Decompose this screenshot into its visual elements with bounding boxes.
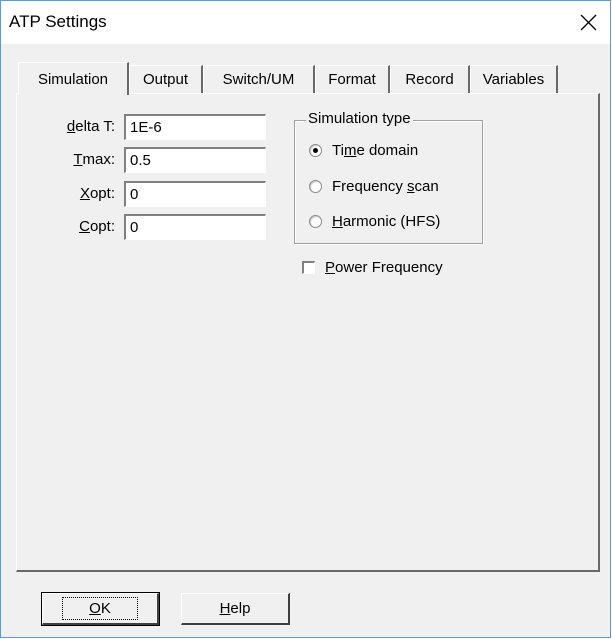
- close-icon: [580, 14, 596, 30]
- radio-label-accel: H: [332, 213, 343, 230]
- copt-label-text: opt:: [89, 218, 115, 235]
- tab-format[interactable]: Format: [315, 65, 390, 93]
- xopt-label-accel: X: [79, 185, 90, 202]
- radio-time-domain[interactable]: Time domain: [309, 142, 418, 159]
- radio-label-post: can: [414, 178, 439, 195]
- radio-label-pre: Ti: [332, 142, 344, 159]
- power-frequency-accel: P: [325, 259, 336, 276]
- radio-time-domain-label: Time domain: [332, 142, 418, 159]
- help-button-label: Help: [220, 600, 251, 617]
- radio-label-post: e domain: [356, 142, 419, 159]
- power-frequency-checkbox[interactable]: [302, 261, 315, 274]
- ok-button-focus: OK: [62, 597, 138, 620]
- radio-harmonic-hfs[interactable]: Harmonic (HFS): [309, 213, 440, 230]
- radio-button[interactable]: [309, 215, 322, 228]
- tab-variables[interactable]: Variables: [470, 65, 558, 93]
- tmax-label-text: max:: [82, 151, 115, 168]
- tmax-input[interactable]: [124, 147, 266, 173]
- copt-label: Copt:: [43, 218, 115, 235]
- power-frequency-checkbox-row[interactable]: Power Frequency: [302, 259, 443, 276]
- radio-label-accel: m: [343, 142, 357, 159]
- power-frequency-text: ower Frequency: [335, 259, 443, 276]
- delta-t-label-text: elta T:: [75, 118, 115, 135]
- title-bar: ATP Settings: [1, 1, 610, 44]
- radio-frequency-scan[interactable]: Frequency scan: [309, 178, 439, 195]
- window-title: ATP Settings: [9, 12, 107, 31]
- tab-record[interactable]: Record: [390, 65, 470, 93]
- copt-input[interactable]: [124, 214, 266, 240]
- power-frequency-label: Power Frequency: [325, 259, 443, 276]
- ok-accel: O: [89, 600, 101, 617]
- radio-label-accel: s: [407, 178, 415, 195]
- radio-harmonic-label: Harmonic (HFS): [332, 213, 440, 230]
- tab-simulation[interactable]: Simulation: [18, 62, 129, 95]
- radio-button-checked[interactable]: [309, 144, 322, 157]
- delta-t-label-accel: d: [66, 118, 76, 135]
- delta-t-input[interactable]: [124, 114, 266, 140]
- radio-button[interactable]: [309, 180, 322, 193]
- simulation-type-title: Simulation type: [306, 110, 413, 127]
- atp-settings-dialog: ATP Settings Simulation Output Switch/UM…: [0, 0, 611, 638]
- ok-button[interactable]: OK: [41, 592, 160, 626]
- xopt-label-text: opt:: [89, 185, 115, 202]
- tab-switch-um[interactable]: Switch/UM: [203, 65, 315, 93]
- radio-label-pre: Frequency: [332, 178, 408, 195]
- close-button[interactable]: [572, 7, 604, 37]
- help-text: elp: [230, 600, 251, 617]
- copt-label-accel: C: [79, 218, 90, 235]
- help-button[interactable]: Help: [181, 593, 290, 625]
- radio-label-post: armonic (HFS): [342, 213, 441, 230]
- radio-frequency-scan-label: Frequency scan: [332, 178, 439, 195]
- simulation-type-group: Simulation type Time domain Frequency sc…: [294, 110, 483, 244]
- delta-t-label: delta T:: [43, 118, 115, 135]
- tab-output[interactable]: Output: [129, 65, 203, 93]
- tmax-label: Tmax:: [43, 151, 115, 168]
- xopt-label: Xopt:: [43, 185, 115, 202]
- help-accel: H: [219, 600, 231, 617]
- ok-text: K: [100, 600, 111, 617]
- xopt-input[interactable]: [124, 181, 266, 207]
